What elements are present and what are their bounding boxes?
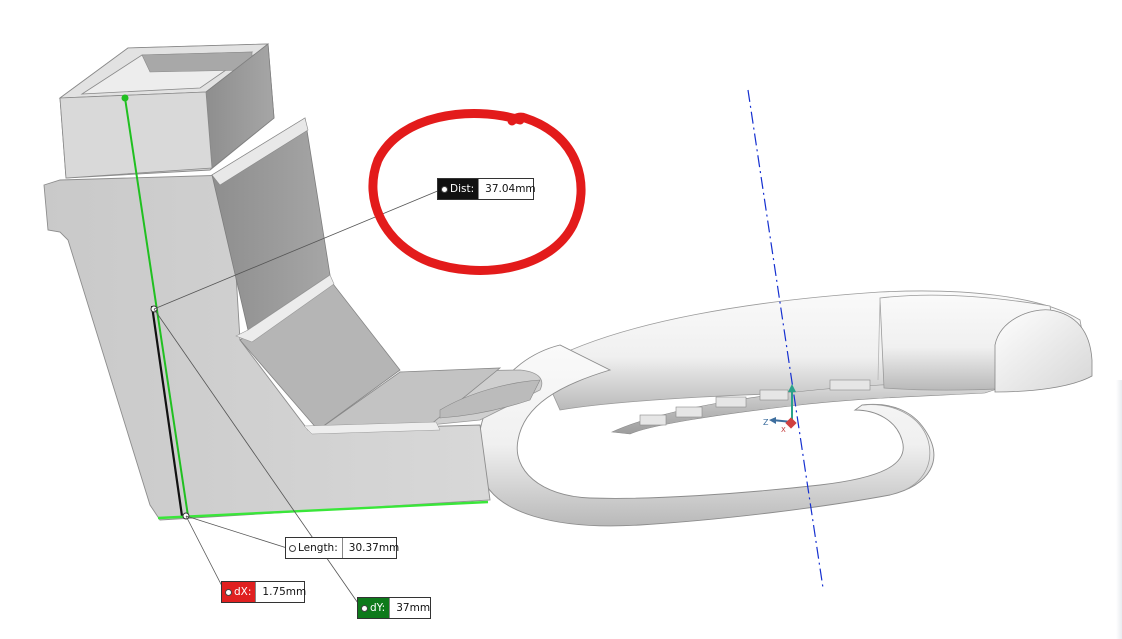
dx-callout[interactable]: dX: 1.75mm [221,581,306,603]
viewport-edge-strip [1116,380,1122,639]
length-label: Length: [286,538,342,558]
dx-label: dX: [222,582,256,602]
length-callout[interactable]: Length: 30.37mm [285,537,399,559]
dist-callout[interactable]: Dist: 37.04mm [437,178,536,200]
dist-value: 37.04mm [478,179,542,199]
svg-text:Z: Z [763,418,769,427]
dy-value: 37mm [389,598,436,618]
svg-text:X: X [781,426,786,434]
length-value: 30.37mm [341,538,406,558]
hook-part[interactable] [399,290,1093,527]
dist-label: Dist: [438,179,479,199]
dy-label: dY: [358,598,390,618]
edge-endpoint[interactable] [121,94,129,102]
model-viewport[interactable]: Z X [0,0,1122,639]
dy-callout[interactable]: dY: 37mm [357,597,431,619]
dx-value: 1.75mm [255,582,312,602]
